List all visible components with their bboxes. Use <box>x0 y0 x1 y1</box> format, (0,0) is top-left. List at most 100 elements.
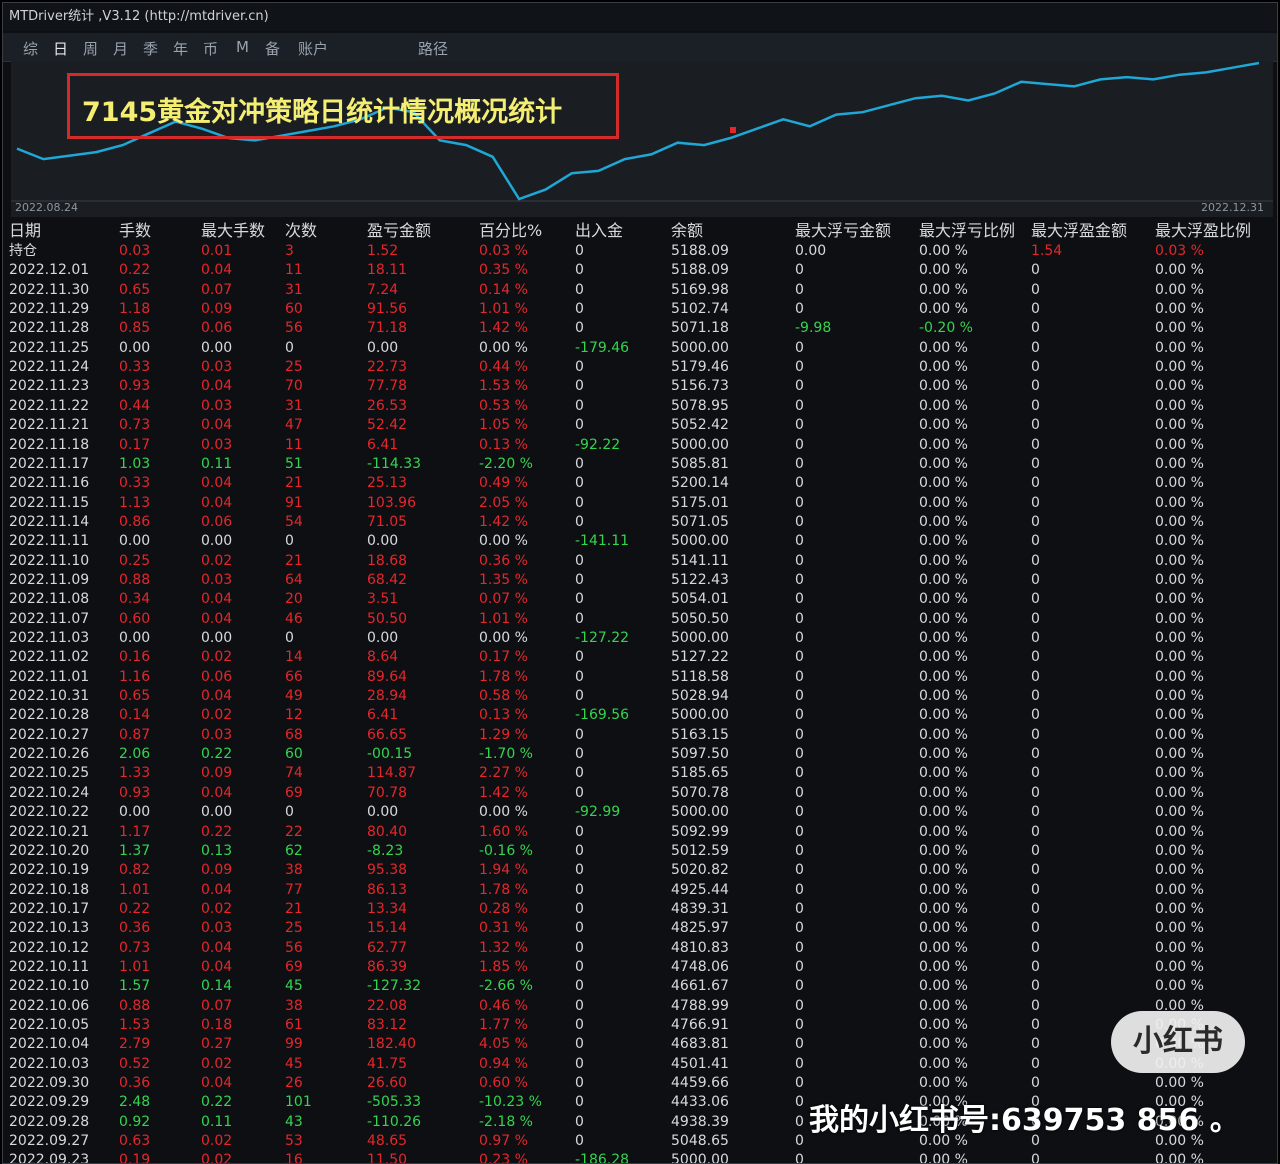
menu-item-9[interactable]: 账户 <box>298 38 328 59</box>
menu-item-8[interactable]: 备 <box>265 38 280 59</box>
column-header[interactable]: 最大浮盈比例 <box>1155 221 1251 241</box>
table-cell: 1.78 % <box>479 881 528 898</box>
table-cell: 1.32 % <box>479 939 528 956</box>
table-row[interactable]: 2022.11.14 0.86 0.06 54 71.05 1.42 % 0 5071.05 0… <box>3 513 1277 532</box>
table-row[interactable]: 2022.10.20 1.37 0.13 62 -8.23 -0.16 % 0 5012.59… <box>3 842 1277 861</box>
table-cell: 0.03 <box>201 359 233 376</box>
table-row[interactable]: 2022.10.24 0.93 0.04 69 70.78 1.42 % 0 5070.78 0… <box>3 784 1277 803</box>
column-header[interactable]: 余额 <box>671 221 703 241</box>
table-cell: 2022.10.06 <box>9 997 90 1014</box>
table-row[interactable]: 2022.10.06 0.88 0.07 38 22.08 0.46 % 0 4788.99 0… <box>3 997 1277 1016</box>
menu-item-7[interactable]: M <box>236 38 249 56</box>
column-header[interactable]: 最大浮盈金额 <box>1031 221 1127 241</box>
table-row[interactable]: 2022.11.15 1.13 0.04 91 103.96 2.05 % 0 5175.01… <box>3 494 1277 513</box>
table-row[interactable]: 2022.10.18 1.01 0.04 77 86.13 1.78 % 0 4925.44 0… <box>3 881 1277 900</box>
table-cell: 2022.09.28 <box>9 1113 90 1130</box>
table-cell: 0 <box>795 997 804 1014</box>
menu-item-0[interactable]: 综 <box>23 38 38 59</box>
table-row[interactable]: 2022.10.25 1.33 0.09 74 114.87 2.27 % 0 5185.65… <box>3 764 1277 783</box>
table-row[interactable]: 2022.10.13 0.36 0.03 25 15.14 0.31 % 0 4825.97 0… <box>3 919 1277 938</box>
column-header[interactable]: 最大浮亏比例 <box>919 221 1015 241</box>
table-row[interactable]: 2022.11.29 1.18 0.09 60 91.56 1.01 % 0 5102.74 0… <box>3 300 1277 319</box>
table-row[interactable]: 2022.10.22 0.00 0.00 0 0.00 0.00 % -92.99 5000.… <box>3 803 1277 822</box>
table-row[interactable]: 2022.11.25 0.00 0.00 0 0.00 0.00 % -179.46 5000… <box>3 339 1277 358</box>
column-header[interactable]: 最大浮亏金额 <box>795 221 891 241</box>
column-header[interactable]: 最大手数 <box>201 221 265 241</box>
table-cell: 0 <box>1031 1055 1040 1072</box>
table-row[interactable]: 2022.09.23 0.19 0.02 16 11.50 0.23 % -186.28 50… <box>3 1151 1277 1164</box>
table-row[interactable]: 2022.11.16 0.33 0.04 21 25.13 0.49 % 0 5200.14 0… <box>3 474 1277 493</box>
table-row[interactable]: 2022.10.27 0.87 0.03 68 66.65 1.29 % 0 5163.15 0… <box>3 726 1277 745</box>
table-cell: 0.00 % <box>919 455 968 472</box>
menu-item-5[interactable]: 年 <box>173 38 188 59</box>
table-row[interactable]: 2022.11.17 1.03 0.11 51 -114.33 -2.20 % 0 5085.… <box>3 455 1277 474</box>
menu-item-2[interactable]: 周 <box>83 38 98 59</box>
table-row[interactable]: 持仓 0.03 0.01 3 1.52 0.03 % 0 5188.09 0.00 0.00 % 1… <box>3 242 1277 261</box>
column-header[interactable]: 手数 <box>119 221 151 241</box>
table-cell: 0 <box>795 436 804 453</box>
table-row[interactable]: 2022.10.12 0.73 0.04 56 62.77 1.32 % 0 4810.83 0… <box>3 939 1277 958</box>
table-row[interactable]: 2022.11.10 0.25 0.02 21 18.68 0.36 % 0 5141.11 0… <box>3 552 1277 571</box>
table-row[interactable]: 2022.11.30 0.65 0.07 31 7.24 0.14 % 0 5169.98 0 0… <box>3 281 1277 300</box>
table-row[interactable]: 2022.11.11 0.00 0.00 0 0.00 0.00 % -141.11 5000… <box>3 532 1277 551</box>
table-row[interactable]: 2022.10.05 1.53 0.18 61 83.12 1.77 % 0 4766.91 0… <box>3 1016 1277 1035</box>
table-cell: 0.00 % <box>479 533 528 550</box>
table-cell: 0.33 <box>119 475 151 492</box>
table-row[interactable]: 2022.10.10 1.57 0.14 45 -127.32 -2.66 % 0 4661.… <box>3 977 1277 996</box>
table-cell: 0 <box>1031 301 1040 318</box>
table-row[interactable]: 2022.10.03 0.52 0.02 45 41.75 0.94 % 0 4501.41 0… <box>3 1055 1277 1074</box>
table-cell: 0.11 <box>201 455 233 472</box>
table-row[interactable]: 2022.10.28 0.14 0.02 12 6.41 0.13 % -169.56 500… <box>3 706 1277 725</box>
table-row[interactable]: 2022.11.03 0.00 0.00 0 0.00 0.00 % -127.22 5000… <box>3 629 1277 648</box>
table-row[interactable]: 2022.10.26 2.06 0.22 60 -00.15 -1.70 % 0 5097.5… <box>3 745 1277 764</box>
table-cell: 0.00 % <box>919 862 968 879</box>
table-row[interactable]: 2022.11.07 0.60 0.04 46 50.50 1.01 % 0 5050.50 0… <box>3 610 1277 629</box>
table-row[interactable]: 2022.11.02 0.16 0.02 14 8.64 0.17 % 0 5127.22 0 0… <box>3 648 1277 667</box>
table-row[interactable]: 2022.10.21 1.17 0.22 22 80.40 1.60 % 0 5092.99 0… <box>3 823 1277 842</box>
table-row[interactable]: 2022.11.24 0.33 0.03 25 22.73 0.44 % 0 5179.46 0… <box>3 358 1277 377</box>
table-cell: 0 <box>575 1094 584 1111</box>
table-cell: 5122.43 <box>671 571 729 588</box>
table-cell: 0 <box>575 320 584 337</box>
column-header[interactable]: 盈亏金额 <box>367 221 431 241</box>
table-row[interactable]: 2022.12.01 0.22 0.04 11 18.11 0.35 % 0 5188.09 0… <box>3 261 1277 280</box>
table-row[interactable]: 2022.10.31 0.65 0.04 49 28.94 0.58 % 0 5028.94 0… <box>3 687 1277 706</box>
table-row[interactable]: 2022.11.28 0.85 0.06 56 71.18 1.42 % 0 5071.18 -… <box>3 319 1277 338</box>
column-header[interactable]: 次数 <box>285 221 317 241</box>
table-row[interactable]: 2022.11.22 0.44 0.03 31 26.53 0.53 % 0 5078.95 0… <box>3 397 1277 416</box>
table-cell: -127.32 <box>367 978 422 995</box>
table-row[interactable]: 2022.10.11 1.01 0.04 69 86.39 1.85 % 0 4748.06 0… <box>3 958 1277 977</box>
table-cell: 11.50 <box>367 1152 408 1164</box>
table-row[interactable]: 2022.11.18 0.17 0.03 11 6.41 0.13 % -92.22 5000… <box>3 436 1277 455</box>
table-cell: 0.00 % <box>1155 475 1204 492</box>
column-header[interactable]: 百分比% <box>479 221 542 241</box>
table-cell: 0 <box>575 281 584 298</box>
table-cell: 0 <box>1031 591 1040 608</box>
table-row[interactable]: 2022.11.08 0.34 0.04 20 3.51 0.07 % 0 5054.01 0 0… <box>3 590 1277 609</box>
table-cell: 0.00 <box>367 630 399 646</box>
table-cell: 0 <box>575 591 584 608</box>
table-cell: 0.00 % <box>919 513 968 530</box>
menu-item-4[interactable]: 季 <box>143 38 158 59</box>
table-row[interactable]: 2022.10.19 0.82 0.09 38 95.38 1.94 % 0 5020.82 0… <box>3 861 1277 880</box>
table-row[interactable]: 2022.11.01 1.16 0.06 66 89.64 1.78 % 0 5118.58 0… <box>3 668 1277 687</box>
column-header[interactable]: 日期 <box>9 221 41 241</box>
menu-item-3[interactable]: 月 <box>113 38 128 59</box>
table-cell: 0 <box>795 707 804 724</box>
table-cell: 0 <box>1031 1036 1040 1053</box>
table-row[interactable]: 2022.10.17 0.22 0.02 21 13.34 0.28 % 0 4839.31 0… <box>3 900 1277 919</box>
table-row[interactable]: 2022.11.23 0.93 0.04 70 77.78 1.53 % 0 5156.73 0… <box>3 377 1277 396</box>
table-cell: 0.00 % <box>1155 900 1204 917</box>
table-row[interactable]: 2022.10.04 2.79 0.27 99 182.40 4.05 % 0 4683.81… <box>3 1035 1277 1054</box>
menu-item-6[interactable]: 币 <box>203 38 218 59</box>
table-cell: 0.04 <box>201 784 233 801</box>
table-row[interactable]: 2022.09.30 0.36 0.04 26 26.60 0.60 % 0 4459.66 0… <box>3 1074 1277 1093</box>
table-row[interactable]: 2022.11.21 0.73 0.04 47 52.42 1.05 % 0 5052.42 0… <box>3 416 1277 435</box>
table-cell: 1.85 % <box>479 958 528 975</box>
menu-item-10[interactable]: 路径 <box>418 38 448 59</box>
table-row[interactable]: 2022.11.09 0.88 0.03 64 68.42 1.35 % 0 5122.43 0… <box>3 571 1277 590</box>
menu-item-1[interactable]: 日 <box>53 38 68 59</box>
table-cell: 70 <box>285 378 303 395</box>
table-cell: 0.00 % <box>479 339 528 356</box>
column-header[interactable]: 出入金 <box>575 221 623 241</box>
